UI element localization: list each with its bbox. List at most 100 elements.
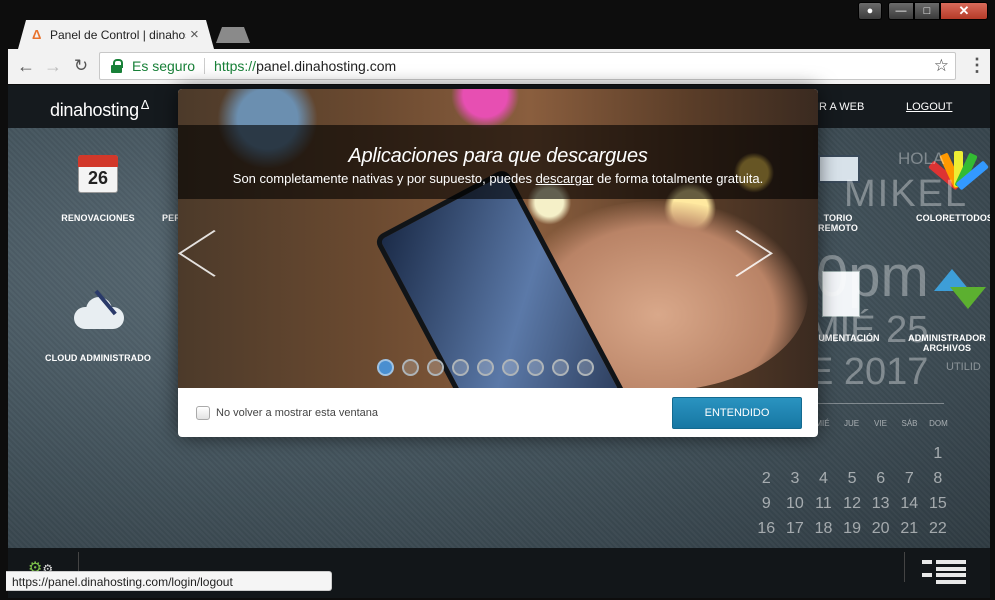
welcome-modal: Aplicaciones para que descargues Son com…: [178, 89, 818, 437]
calendar-weekday: VIE: [874, 419, 887, 428]
slide-dot[interactable]: [452, 359, 469, 376]
calendar-day[interactable]: 5: [838, 470, 867, 488]
slide-dot[interactable]: [477, 359, 494, 376]
reload-icon[interactable]: ↻: [70, 55, 92, 77]
slide-dots: [377, 359, 602, 376]
calendar-day[interactable]: 11: [809, 495, 838, 513]
slide-dot[interactable]: [502, 359, 519, 376]
dont-show-label[interactable]: No volver a mostrar esta ventana: [216, 407, 378, 419]
calendar-day[interactable]: 22: [924, 520, 953, 538]
new-tab-button[interactable]: [216, 27, 250, 43]
calendar-day[interactable]: 14: [895, 495, 924, 513]
calendar-day: [838, 445, 867, 463]
prev-slide-icon[interactable]: [206, 220, 236, 286]
calendar-day[interactable]: 16: [752, 520, 781, 538]
lock-icon: [110, 59, 124, 73]
divider: [804, 403, 944, 404]
calendar-weekday: SÁB: [901, 419, 918, 428]
slide-dot[interactable]: [552, 359, 569, 376]
tab-title: Panel de Control | dinahosting: [50, 27, 186, 42]
calendar-day[interactable]: 13: [866, 495, 895, 513]
nav-ir-a-web[interactable]: IR A WEB: [816, 101, 864, 113]
calendar-week: 9 10 11 12 13 14 15: [752, 495, 952, 513]
calendar-icon[interactable]: 26: [76, 151, 120, 193]
calendar-day[interactable]: 3: [781, 470, 810, 488]
calendar-day[interactable]: 19: [838, 520, 867, 538]
status-bar-url: https://panel.dinahosting.com/login/logo…: [6, 571, 332, 591]
close-icon[interactable]: ✕: [940, 2, 988, 20]
calendar-week: 2345678: [752, 470, 952, 488]
nav-logout[interactable]: LOGOUT: [906, 101, 952, 113]
calendar-day[interactable]: 1: [924, 445, 953, 463]
user-icon[interactable]: ●: [858, 2, 882, 20]
slide-dot[interactable]: [402, 359, 419, 376]
tab-close-icon[interactable]: ×: [190, 26, 199, 43]
calendar-day[interactable]: 9: [752, 495, 781, 513]
minimize-icon[interactable]: —: [888, 2, 914, 20]
divider: [904, 552, 905, 582]
greeting: HOLA: [898, 149, 945, 168]
calendar-weekdays: MIÉ JUE VIE SÁB DOM: [808, 419, 953, 428]
browser-toolbar: ← → ↻ Es seguro https://panel.dinahostin…: [8, 49, 990, 84]
clock-year: E 2017: [808, 351, 929, 393]
logo-mark: Δ: [140, 97, 150, 112]
maximize-icon[interactable]: □: [914, 2, 940, 20]
calendar-day[interactable]: 12: [838, 495, 867, 513]
cloud-icon[interactable]: [72, 289, 126, 331]
secure-label: Es seguro: [132, 58, 196, 74]
divider: [204, 58, 206, 74]
list-icon[interactable]: [922, 560, 966, 584]
tab-panel-control[interactable]: Δ Panel de Control | dinahosting ×: [18, 20, 214, 49]
calendar-week: 1: [752, 445, 952, 463]
address-bar[interactable]: Es seguro https://panel.dinahosting.com …: [99, 52, 956, 80]
calendar-day[interactable]: 8: [924, 470, 953, 488]
dinahosting-favicon-icon: Δ: [32, 27, 42, 42]
calendar-day: [809, 445, 838, 463]
logo-text: dinahosting: [50, 100, 139, 120]
download-link[interactable]: descargar: [536, 171, 594, 186]
calendar-day[interactable]: 18: [809, 520, 838, 538]
slide-image: Aplicaciones para que descargues Son com…: [178, 89, 818, 388]
calendar-day[interactable]: 7: [895, 470, 924, 488]
menu-icon[interactable]: ⋮: [968, 55, 986, 75]
calendar-weekday: JUE: [843, 419, 860, 428]
calendar-day[interactable]: 20: [866, 520, 895, 538]
utilidades-link[interactable]: UTILID: [946, 361, 981, 373]
url-scheme: https://: [214, 58, 257, 74]
user-name: MIKEL: [844, 173, 969, 215]
calendar-day[interactable]: 6: [866, 470, 895, 488]
entendido-button[interactable]: ENTENDIDO: [672, 397, 802, 429]
calendar-day[interactable]: 15: [924, 495, 953, 513]
slide-subtitle-text: Son completamente nativas y por supuesto…: [232, 171, 536, 186]
arrows-icon[interactable]: [932, 265, 986, 313]
calendar-day[interactable]: 21: [895, 520, 924, 538]
url-host: panel.dinahosting.com: [256, 58, 397, 74]
calendar-week: 16 17 18 19 20 21 22: [752, 520, 952, 538]
slide-dot[interactable]: [427, 359, 444, 376]
calendar-day: [781, 445, 810, 463]
slide-dot[interactable]: [577, 359, 594, 376]
browser-window: ● — □ ✕ Δ Panel de Control | dinahosting…: [0, 0, 995, 600]
forward-icon[interactable]: →: [42, 55, 64, 77]
calendar-icon-day: 26: [87, 168, 109, 188]
star-icon[interactable]: ☆: [934, 56, 949, 76]
calendar-weekday: DOM: [929, 419, 948, 428]
slide-title: Aplicaciones para que descargues: [348, 145, 648, 167]
calendar-day[interactable]: 4: [809, 470, 838, 488]
calendar-day: [866, 445, 895, 463]
slide-dot[interactable]: [527, 359, 544, 376]
calendar-day[interactable]: 2: [752, 470, 781, 488]
dont-show-checkbox[interactable]: [196, 406, 210, 420]
back-icon[interactable]: ←: [15, 55, 37, 77]
slide-subtitle: Son completamente nativas y por supuesto…: [178, 171, 818, 186]
calendar-day[interactable]: 17: [781, 520, 810, 538]
slide-caption: Aplicaciones para que descargues Son com…: [178, 125, 818, 199]
tile-renovaciones[interactable]: RENOVACIONES: [58, 213, 138, 223]
logo[interactable]: dinahosting Δ: [50, 97, 149, 121]
slide-dot[interactable]: [377, 359, 394, 376]
clock-date: MIÉ 25: [808, 309, 929, 351]
tile-cloud-administrado[interactable]: CLOUD ADMINISTRADO: [34, 353, 162, 363]
calendar-day[interactable]: 10: [781, 495, 810, 513]
slide-subtitle-text-end: de forma totalmente gratuita.: [593, 171, 764, 186]
next-slide-icon[interactable]: [763, 220, 793, 286]
